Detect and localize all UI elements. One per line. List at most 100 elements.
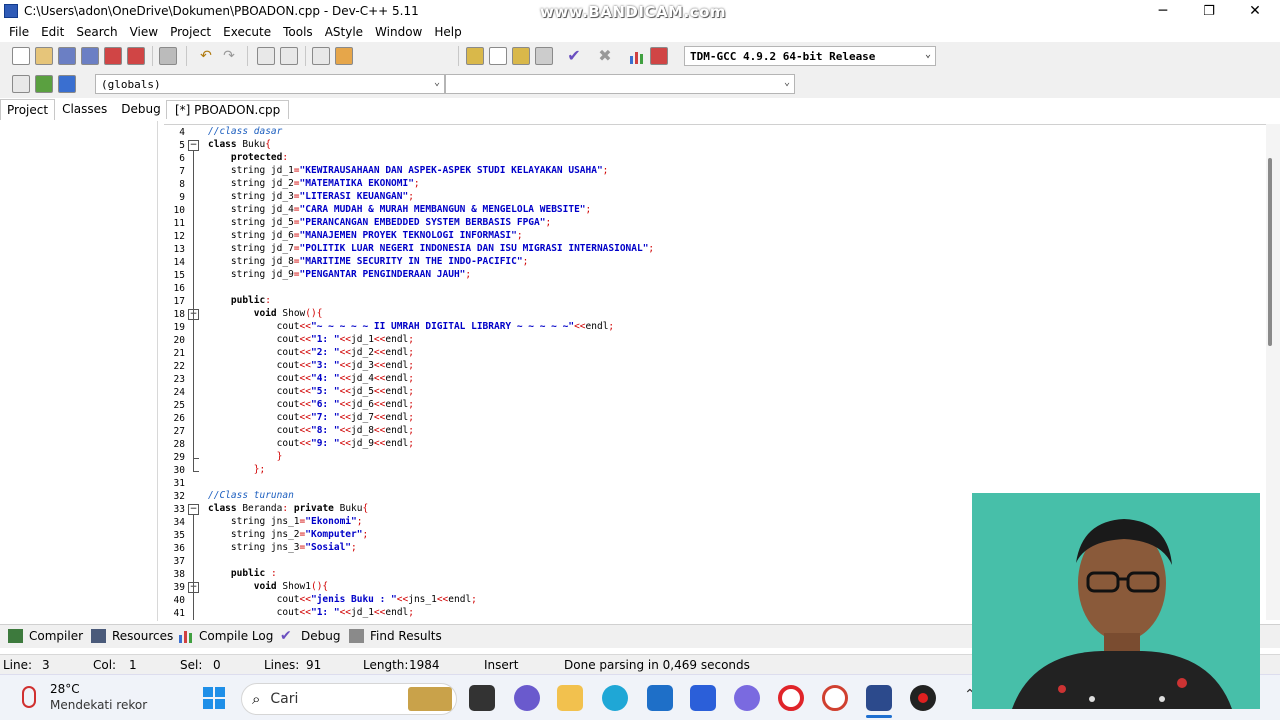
tab-resources[interactable]: Resources: [91, 629, 173, 643]
print-icon[interactable]: [159, 47, 177, 65]
app-store-icon[interactable]: [690, 685, 716, 711]
code-line: void Show1(){: [253, 581, 329, 592]
tab-compiler[interactable]: Compiler: [8, 629, 83, 643]
code-line: string jd_5="PERANCANGAN EMBEDDED SYSTEM…: [208, 217, 552, 228]
line-number: 18: [173, 309, 185, 320]
code-line: //Class turunan: [208, 490, 294, 501]
menu-astyle[interactable]: AStyle: [319, 25, 369, 39]
menu-view[interactable]: View: [124, 25, 164, 39]
editor-tabs: [*] PBOADON.cpp: [164, 98, 1280, 122]
menu-bar: File Edit Search View Project Execute To…: [0, 22, 1280, 42]
menu-file[interactable]: File: [3, 25, 35, 39]
syntax-check-icon[interactable]: ✔: [565, 47, 583, 65]
code-line: protected:: [230, 152, 289, 163]
mail-icon[interactable]: [647, 685, 673, 711]
maximize-button[interactable]: ❐: [1186, 0, 1232, 22]
weather-temp[interactable]: 28°C: [50, 682, 80, 696]
profile-chart-icon[interactable]: [627, 47, 645, 65]
line-number: 40: [173, 595, 185, 606]
bar-chart-glyph-icon: [630, 52, 643, 64]
menu-help[interactable]: Help: [428, 25, 467, 39]
delete-profile-icon[interactable]: [650, 47, 668, 65]
rebuild-all-icon[interactable]: [535, 47, 553, 65]
status-sel-value: 0: [213, 658, 221, 672]
scrollbar-thumb[interactable]: [1268, 158, 1272, 346]
insert-icon[interactable]: [12, 75, 30, 93]
menu-tools[interactable]: Tools: [277, 25, 319, 39]
line-number: 21: [173, 348, 185, 359]
tab-find-results[interactable]: Find Results: [349, 629, 442, 643]
bandicam-icon[interactable]: [822, 685, 848, 711]
indent-icon[interactable]: [312, 47, 330, 65]
code-line: cout<<"7: "<<jd_7<<endl;: [208, 412, 414, 423]
toolbar-separator: [305, 46, 306, 66]
code-line: class Buku{: [208, 139, 271, 150]
editor-tab-pboadon[interactable]: [*] PBOADON.cpp: [166, 100, 290, 119]
redo-icon[interactable]: ↷: [220, 47, 238, 65]
status-line-value: 3: [42, 658, 50, 672]
side-panel-tabs: Project Classes Debug: [0, 98, 162, 120]
line-number: 38: [173, 569, 185, 580]
tab-debug-output[interactable]: ✔ Debug: [280, 629, 340, 643]
opera-icon[interactable]: [778, 685, 804, 711]
code-line: cout<<"4: "<<jd_4<<endl;: [208, 373, 414, 384]
copilot-icon[interactable]: [734, 685, 760, 711]
tab-compile-log[interactable]: Compile Log: [178, 629, 273, 643]
tab-debug[interactable]: Debug: [114, 98, 167, 120]
project-browser[interactable]: [0, 121, 158, 621]
menu-execute[interactable]: Execute: [217, 25, 277, 39]
check-icon: ✔: [280, 628, 292, 644]
menu-search[interactable]: Search: [70, 25, 123, 39]
member-select[interactable]: ⌄: [445, 74, 795, 94]
menu-edit[interactable]: Edit: [35, 25, 70, 39]
windows-start-icon[interactable]: [202, 686, 226, 710]
replace-icon[interactable]: [280, 47, 298, 65]
undo-icon[interactable]: ↶: [197, 47, 215, 65]
chevron-down-icon: ⌄: [433, 77, 440, 88]
stop-execution-icon[interactable]: ✖: [596, 47, 614, 65]
menu-project[interactable]: Project: [164, 25, 217, 39]
code-line: cout<<"8: "<<jd_8<<endl;: [208, 425, 414, 436]
weather-status[interactable]: Mendekati rekor: [50, 698, 147, 712]
fold-collapse-icon[interactable]: −: [188, 140, 199, 151]
tab-project[interactable]: Project: [0, 99, 56, 120]
line-number: 36: [173, 543, 185, 554]
line-number: 29: [173, 452, 185, 463]
compile-run-icon[interactable]: [512, 47, 530, 65]
file-explorer-icon[interactable]: [557, 685, 583, 711]
line-number: 27: [173, 426, 185, 437]
toggle-bookmark-icon[interactable]: [35, 75, 53, 93]
goto-bookmark-icon[interactable]: [58, 75, 76, 93]
run-icon[interactable]: [489, 47, 507, 65]
close-button[interactable]: ✕: [1232, 0, 1278, 22]
close-all-icon[interactable]: [127, 47, 145, 65]
code-line: string jd_4="CARA MUDAH & MURAH MEMBANGU…: [208, 204, 592, 215]
webcam-overlay: [972, 493, 1260, 709]
tab-debug-label: Debug: [301, 629, 341, 643]
tab-classes[interactable]: Classes: [55, 98, 114, 120]
code-line: cout<<"2: "<<jd_2<<endl;: [208, 347, 414, 358]
find-results-icon: [349, 629, 364, 643]
goto-line-icon[interactable]: [335, 47, 353, 65]
fold-collapse-icon[interactable]: −: [188, 504, 199, 515]
compile-icon[interactable]: [466, 47, 484, 65]
save-all-icon[interactable]: [81, 47, 99, 65]
code-line: cout<<"6: "<<jd_6<<endl;: [208, 399, 414, 410]
chevron-down-icon: ⌄: [783, 77, 790, 88]
taskbar-search[interactable]: ⌕ Cari: [241, 683, 457, 715]
scope-select[interactable]: (globals) ⌄: [95, 74, 445, 94]
save-icon[interactable]: [58, 47, 76, 65]
edge-browser-icon[interactable]: [602, 685, 628, 711]
code-line: string jd_2="MATEMATIKA EKONOMI";: [208, 178, 420, 189]
compiler-select[interactable]: TDM-GCC 4.9.2 64-bit Release ⌄: [684, 46, 936, 66]
task-view-icon[interactable]: [469, 685, 495, 711]
close-file-icon[interactable]: [104, 47, 122, 65]
find-icon[interactable]: [257, 47, 275, 65]
minimize-button[interactable]: ─: [1140, 0, 1186, 22]
teams-chat-icon[interactable]: [514, 685, 540, 711]
new-file-icon[interactable]: [12, 47, 30, 65]
code-line: void Show(){: [253, 308, 323, 319]
devcpp-taskbar-icon[interactable]: [866, 685, 892, 711]
open-file-icon[interactable]: [35, 47, 53, 65]
menu-window[interactable]: Window: [369, 25, 428, 39]
